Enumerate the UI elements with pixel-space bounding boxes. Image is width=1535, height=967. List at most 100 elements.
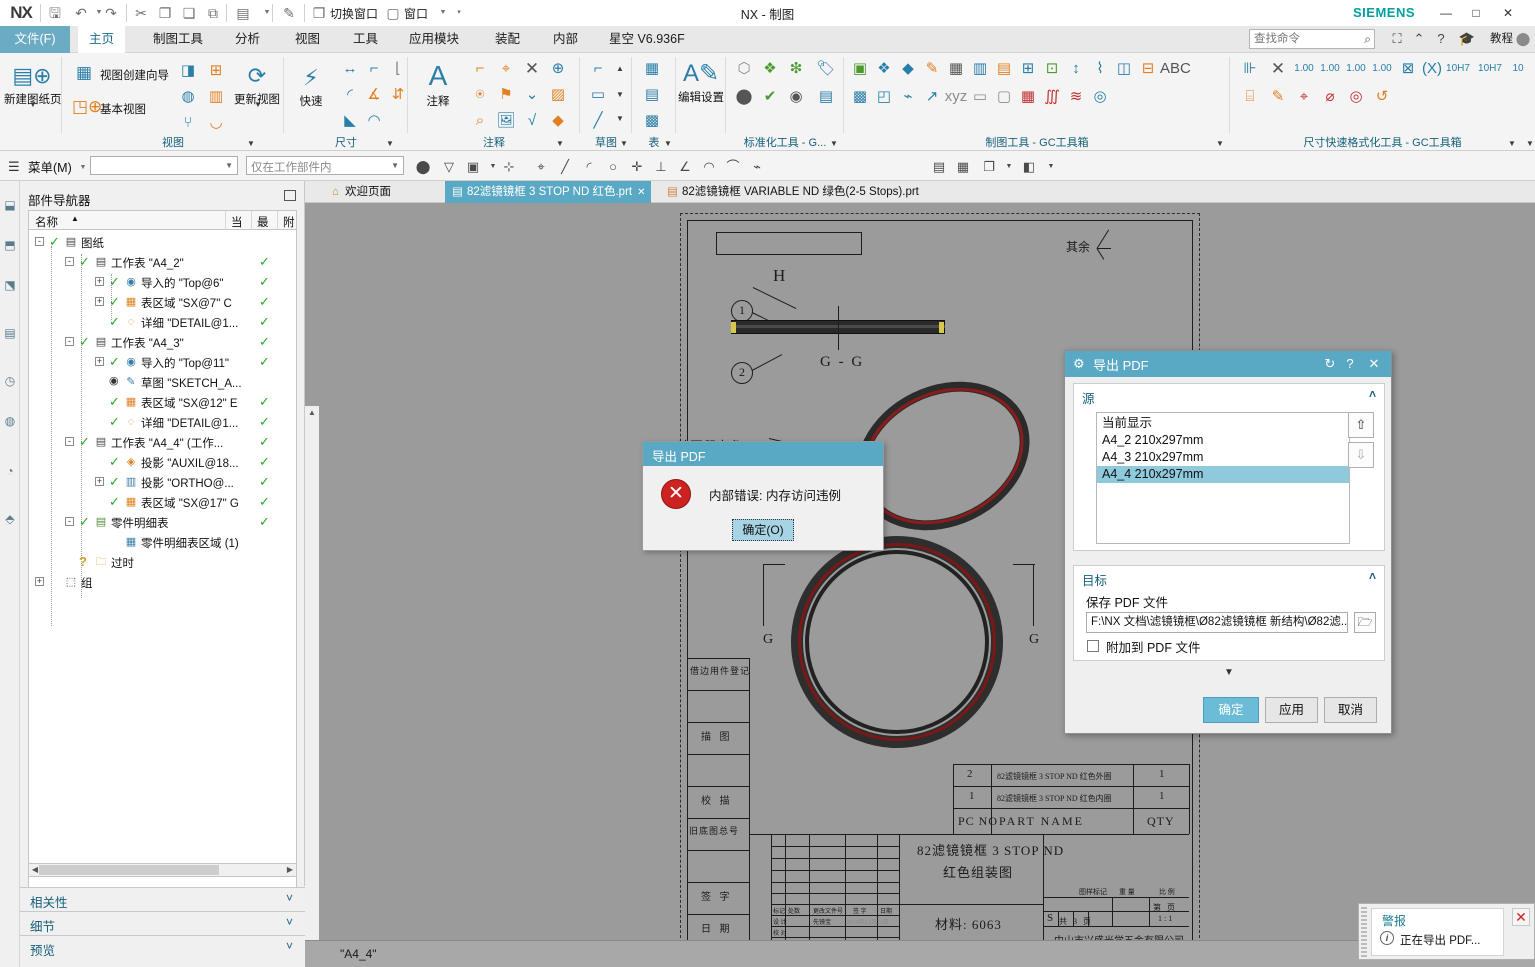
image-icon[interactable]: 🖼	[494, 109, 518, 133]
system-materials-icon[interactable]: ⬘	[2, 509, 18, 529]
move-up-button[interactable]: ⇧	[1348, 412, 1374, 438]
gcd-icon-22[interactable]: ▦	[1016, 85, 1040, 109]
constraint-navigator-icon[interactable]: ⬔	[2, 275, 18, 295]
dimfmt-icon-1[interactable]: ⊪	[1238, 57, 1262, 81]
dimfmt-icon-4[interactable]: 1.00	[1318, 57, 1342, 81]
tree-row[interactable]: + ✓ ◉ 导入的 "Top@6" ✓	[29, 272, 296, 292]
reuse-library-icon[interactable]: ▤	[2, 323, 18, 343]
column-current[interactable]: 当	[231, 214, 243, 230]
pin-panel-button[interactable]	[284, 190, 296, 201]
layer-dropdown-icon[interactable]: ▼	[998, 158, 1020, 176]
mb-icon-14[interactable]: ⌒	[722, 158, 744, 176]
dimfmt-icon-16[interactable]: ◎	[1344, 85, 1368, 109]
column-name[interactable]: 名称	[35, 214, 58, 230]
tab-analysis[interactable]: 分析	[224, 26, 271, 53]
part-navigator-icon[interactable]: ⬒	[2, 235, 18, 255]
group-dimfmt-expand-icon[interactable]: ▼	[1508, 139, 1516, 148]
hamburger-icon[interactable]: ☰	[8, 159, 20, 175]
gcd-icon-5[interactable]: ▦	[944, 57, 968, 81]
tree-expander[interactable]: +	[95, 357, 104, 366]
command-search-box[interactable]: ⌕	[1249, 29, 1375, 49]
dimfmt-icon-11[interactable]: 10	[1506, 57, 1530, 81]
mb-icon-10[interactable]: ✛	[626, 158, 648, 176]
group-annotation-expand-icon[interactable]: ▼	[556, 139, 564, 148]
menu-button[interactable]: 菜单(M)	[28, 157, 72, 176]
navigator-hscrollbar[interactable]: ◀ ▶	[28, 863, 297, 877]
sheet-list-item-1[interactable]: A4_2 210x297mm	[1097, 432, 1349, 449]
linear-dimension-icon[interactable]: ↔	[338, 57, 362, 81]
tree-row[interactable]: ✓ ◌ 详细 "DETAIL@1... ✓	[29, 312, 296, 332]
group-view-expand-icon[interactable]: ▼	[247, 139, 255, 148]
gcd-icon-23[interactable]: ∭	[1040, 85, 1064, 109]
navigator-tree[interactable]: - ✓ ▤ 图纸 - ✓ ▤ 工作表 "A4_2" ✓ + ✓ ◉ 导入的 "Top@6" ✓ + ✓ ▦ 表区域…	[28, 230, 297, 967]
intersection-symbol-icon[interactable]: ✕	[520, 57, 544, 81]
mb-icon-9[interactable]: ○	[602, 158, 624, 176]
maximize-button[interactable]: □	[1465, 4, 1487, 22]
doc-tab-close-icon[interactable]: ✕	[637, 182, 645, 204]
gcd-icon-24[interactable]: ≋	[1064, 85, 1088, 109]
folder-browse-icon[interactable]: 🗁	[1354, 612, 1376, 633]
tab-internal[interactable]: 内部	[542, 26, 589, 53]
dimfmt-icon-7[interactable]: ⊠	[1396, 57, 1420, 81]
center-mark-icon[interactable]: ⊕	[546, 57, 570, 81]
filter-combo-2[interactable]: 仅在工作部件内 ▼	[246, 156, 404, 175]
move-down-button[interactable]: ⇩	[1348, 442, 1374, 468]
gcd-icon-11[interactable]: ⌇	[1088, 57, 1112, 81]
column-updated[interactable]: 最	[257, 214, 269, 230]
tree-row[interactable]: ▦ 零件明细表区域 (1)	[29, 532, 296, 552]
tree-check-icon[interactable]: ✓	[49, 234, 60, 250]
tree-question-icon[interactable]: ?	[79, 554, 87, 569]
tree-check-icon[interactable]: ✓	[109, 494, 120, 510]
fullscreen-icon[interactable]: ⛶	[1387, 30, 1407, 48]
layer-icon[interactable]: ❐	[978, 158, 1000, 176]
dimfmt-icon-12[interactable]: ⌸	[1238, 85, 1262, 109]
user-avatar[interactable]: ⬤	[1513, 30, 1533, 48]
layout-icon[interactable]: ▤	[928, 158, 950, 176]
chamfer-dimension-icon[interactable]: ⌐	[362, 57, 386, 81]
gcd-icon-14[interactable]: ABC	[1160, 57, 1191, 81]
more-options-caret[interactable]: ▼	[1073, 665, 1385, 683]
gcd-icon-12[interactable]: ◫	[1112, 57, 1136, 81]
accordion-details[interactable]: 细节 ˅	[20, 911, 305, 935]
tree-row[interactable]: - ✓ ▤ 图纸	[29, 232, 296, 252]
tree-check-icon[interactable]: ✓	[109, 294, 120, 310]
dimfmt-icon-9[interactable]: 10H7	[1446, 57, 1470, 81]
datum-feature-icon[interactable]: ⍟	[468, 83, 492, 107]
weld-symbol-icon[interactable]: ⌄	[520, 83, 544, 107]
dimfmt-icon-15[interactable]: ⌀	[1318, 85, 1342, 109]
collapse-ribbon-icon[interactable]: ⌃	[1409, 30, 1429, 48]
source-collapse-icon[interactable]: ˄	[1369, 387, 1376, 401]
dimfmt-icon-10[interactable]: 10H7	[1478, 57, 1502, 81]
gc-check-icon[interactable]: ✔	[758, 85, 782, 109]
sheet-list-item-3[interactable]: A4_4 210x297mm	[1097, 466, 1349, 483]
sketch-more-icon[interactable]: ▼	[616, 114, 624, 123]
tree-expander[interactable]: -	[65, 517, 74, 526]
gcd-icon-15[interactable]: ▩	[848, 85, 872, 109]
gc-report-icon[interactable]: ▤	[814, 85, 838, 109]
tree-expander[interactable]: +	[95, 477, 104, 486]
mb-icon-8[interactable]: ◜	[578, 158, 600, 176]
gc-verify-icon[interactable]: ◉	[784, 85, 808, 109]
tree-expander[interactable]: +	[95, 297, 104, 306]
gc-layer-settings-icon[interactable]: ❇	[784, 57, 808, 81]
gcd-icon-19[interactable]: xyz	[944, 85, 968, 109]
graphics-scroll-up-icon[interactable]: ▲	[305, 406, 319, 419]
scroll-thumb[interactable]	[39, 865, 219, 875]
tutorial-label[interactable]: 教程	[1490, 30, 1513, 48]
group-sketch-expand-icon[interactable]: ▼	[620, 139, 628, 148]
break-view-icon[interactable]: ⊞	[204, 59, 228, 83]
tree-row[interactable]: ? 🗀 过时	[29, 552, 296, 572]
parts-list-icon[interactable]: ▤	[640, 83, 664, 107]
tab-file[interactable]: 文件(F)	[0, 26, 70, 53]
gcd-icon-8[interactable]: ⊞	[1016, 57, 1040, 81]
half-section-icon[interactable]: ▥	[204, 85, 228, 109]
dimfmt-icon-6[interactable]: 1.00	[1370, 57, 1394, 81]
tab-view[interactable]: 视图	[284, 26, 331, 53]
tree-check-icon[interactable]: ✓	[109, 414, 120, 430]
gcd-icon-2[interactable]: ❖	[872, 57, 896, 81]
dimfmt-icon-13[interactable]: ✎	[1266, 85, 1290, 109]
minimize-button[interactable]: —	[1435, 4, 1457, 22]
gcd-icon-3[interactable]: ◆	[896, 57, 920, 81]
new-sheet-dropdown-icon[interactable]: ▼	[29, 100, 37, 109]
tree-row[interactable]: + ✓ ▦ 表区域 "SX@7" C ✓	[29, 292, 296, 312]
